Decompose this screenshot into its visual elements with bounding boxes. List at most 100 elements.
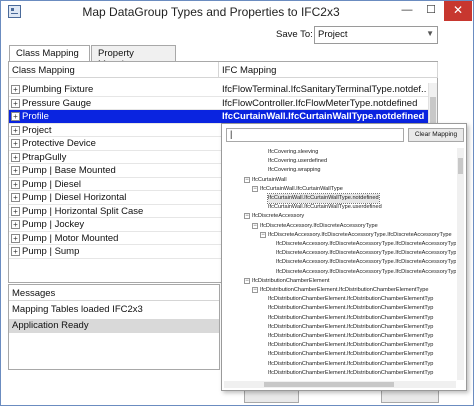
tree-node-label: IfcDiscreteAccessory [252,213,305,220]
tree-node-label: IfcDistributionChamberElement.IfcDistrib… [268,323,434,330]
minus-box-icon[interactable]: − [244,213,250,220]
tree-node-label: IfcDistributionChamberElement.IfcDistrib… [268,342,434,349]
tree-node-label: IfcDistributionChamberElement.IfcDistrib… [268,333,434,339]
tree-node[interactable]: − IfcCurtainWall.IfcCurtainWallType [252,185,343,194]
plus-box-icon[interactable]: + [11,206,20,216]
chevron-down-icon: ▼ [426,29,434,38]
tree-node-label: IfcDistributionChamberElement.IfcDistrib… [268,369,434,376]
minus-box-icon[interactable]: − [244,277,250,284]
plus-box-icon[interactable]: + [11,166,20,175]
ifc-mapping-cell[interactable]: IfcFlowTerminal.IfcSanitaryTerminalType.… [222,84,427,95]
tree-node-label: IfcDistributionChamberElement.IfcDistrib… [268,351,434,358]
status-bar: Application Ready [9,319,219,333]
table-row[interactable]: + Plumbing Fixture IfcFlowTerminal.IfcSani… [9,83,429,97]
plus-box-icon[interactable]: + [11,85,20,94]
tree-node-label: IfcCurtainWall.IfcCurtainWallType.userde… [268,204,382,211]
tree-node-label: IfcDistributionChamberElement.IfcDistrib… [268,314,434,321]
tree-node[interactable]: − IfcDistributionChamberElement [244,277,329,286]
tab-class-mapping[interactable]: Class Mapping [9,45,90,62]
tree-node[interactable]: IfcDiscreteAccessory.IfcDiscreteAccessor… [276,268,456,277]
minimize-button[interactable]: — [395,1,419,21]
window-title: Map DataGroup Types and Properties to IF… [82,5,340,19]
plus-box-icon[interactable]: + [11,220,20,229]
tree-node[interactable]: − IfcDiscreteAccessory.IfcDiscreteAccesso… [260,231,452,240]
plus-box-icon[interactable]: + [11,112,20,121]
plus-box-icon[interactable]: + [11,139,20,148]
plus-box-icon[interactable]: + [11,152,20,162]
class-name-cell: PtrapGully [22,151,67,163]
column-header-ifc-mapping[interactable]: IFC Mapping [219,62,438,78]
tree-node-label: IfcDistributionChamberElement.IfcDistrib… [268,305,434,312]
tree-node[interactable]: − IfcDistributionChamberElement.IfcDistri… [252,286,429,295]
minus-box-icon[interactable]: − [260,231,266,238]
class-name-cell: Profile [22,111,49,122]
tree-node-label: IfcDistributionChamberElement.IfcDistrib… [268,360,434,367]
scrollbar-thumb[interactable] [264,382,394,387]
messages-header: Messages [9,285,219,301]
plus-box-icon[interactable]: + [11,179,20,189]
tree-node-label: IfcCurtainWall [252,176,287,183]
save-to-value: Project [318,29,348,40]
class-name-cell: Pump | Diesel Horizontal [22,192,127,203]
tree-node[interactable]: − IfcDiscreteAccessory.IfcDiscreteAccesso… [252,222,378,231]
tree-node[interactable]: IfcDiscreteAccessory.IfcDiscreteAccessor… [276,249,456,258]
tree-node[interactable]: IfcDistributionChamberElement.IfcDistrib… [268,360,433,369]
tree-node[interactable]: IfcDistributionChamberElement.IfcDistrib… [268,304,433,313]
minus-box-icon[interactable]: − [252,222,258,229]
save-to-select[interactable]: Project ▼ [314,26,438,44]
tree-node-label: IfcDiscreteAccessory.IfcDiscreteAccessor… [276,250,456,257]
tree-node-label: IfcDiscreteAccessory.IfcDiscreteAccessor… [276,241,456,247]
tree-node[interactable]: IfcDistributionChamberElement.IfcDistrib… [268,332,433,341]
tree-node[interactable]: IfcDiscreteAccessory.IfcDiscreteAccessor… [276,240,456,249]
tree-node-label: IfcCovering.wrapping [268,167,321,174]
tree-node[interactable]: IfcCurtainWall.IfcCurtainWallType.userde… [268,203,382,212]
tree-node[interactable]: IfcDistributionChamberElement.IfcDistrib… [268,341,433,350]
tree-node[interactable]: IfcCovering.userdefined [268,157,327,166]
popup-vertical-scrollbar[interactable] [457,148,464,380]
minus-box-icon[interactable]: − [252,287,258,293]
tree-node-label: IfcDiscreteAccessory.IfcDiscreteAccessor… [276,268,456,275]
table-row[interactable]: + Pressure Gauge IfcFlowController.IfcFlow… [9,97,429,110]
tree-node-label: IfcDistributionChamberElement [252,277,330,284]
tree-node-label: IfcDiscreteAccessory.IfcDiscreteAccessor… [276,259,456,266]
ifc-mapping-cell[interactable]: IfcFlowController.IfcFlowMeterType.notde… [222,98,427,109]
column-header-class-mapping[interactable]: Class Mapping [9,62,219,78]
class-name-cell: Pump | Diesel [22,178,81,190]
ifc-mapping-cell[interactable]: IfcCurtainWall.IfcCurtainWallType.notdef… [222,111,427,122]
tree-node[interactable]: IfcDistributionChamberElement.IfcDistrib… [268,323,433,332]
ifc-type-tree: IfcCovering.sleeving IfcCovering.userdefi… [224,148,456,380]
minus-box-icon[interactable]: − [244,176,250,183]
class-name-cell: Pump | Horizontal Split Case [22,205,144,217]
plus-box-icon[interactable]: + [11,125,20,135]
scrollbar-thumb[interactable] [458,158,463,174]
clear-mapping-button[interactable]: Clear Mapping [408,128,464,142]
tree-node[interactable]: − IfcCurtainWall [244,176,287,185]
minus-box-icon[interactable]: − [252,185,258,192]
tree-node[interactable]: IfcCovering.sleeving [268,148,318,157]
messages-panel: Messages Mapping Tables loaded IFC2x3 Ap… [8,284,220,370]
mapping-search-input[interactable]: | [226,128,404,142]
class-name-cell: Protective Device [22,138,96,149]
tree-node[interactable]: IfcCurtainWall.IfcCurtainWallType.notdef… [267,193,380,204]
tree-node[interactable]: − IfcDiscreteAccessory [244,212,304,221]
tree-node[interactable]: IfcDiscreteAccessory.IfcDiscreteAccessor… [276,258,456,267]
tree-node[interactable]: IfcDistributionChamberElement.IfcDistrib… [268,350,433,359]
plus-box-icon[interactable]: + [11,98,20,108]
plus-box-icon[interactable]: + [11,233,20,243]
plus-box-icon[interactable]: + [11,247,20,256]
tree-node[interactable]: IfcDistributionChamberElement.IfcDistrib… [268,369,433,378]
tree-node[interactable]: IfcCovering.wrapping [268,166,321,175]
tree-node-label: IfcDistributionChamberElement.IfcDistrib… [268,296,434,303]
class-name-cell: Project [22,124,52,136]
tree-node[interactable]: IfcDistributionChamberElement.IfcDistrib… [268,295,433,304]
tree-node-label: IfcDiscreteAccessory.IfcDiscreteAccessor… [268,231,452,238]
tab-property-mapping[interactable]: Property Mapping [91,45,176,70]
maximize-button[interactable]: ☐ [419,1,443,21]
class-name-cell: Plumbing Fixture [22,84,94,95]
popup-horizontal-scrollbar[interactable] [224,381,456,388]
close-button[interactable]: ✕ [444,1,472,21]
tree-node[interactable]: IfcDistributionChamberElement.IfcDistrib… [268,314,433,323]
table-row[interactable]: + Profile IfcCurtainWall.IfcCurtainWallTyp… [9,110,429,124]
title-bar: Map DataGroup Types and Properties to IF… [1,1,473,23]
plus-box-icon[interactable]: + [11,193,20,202]
